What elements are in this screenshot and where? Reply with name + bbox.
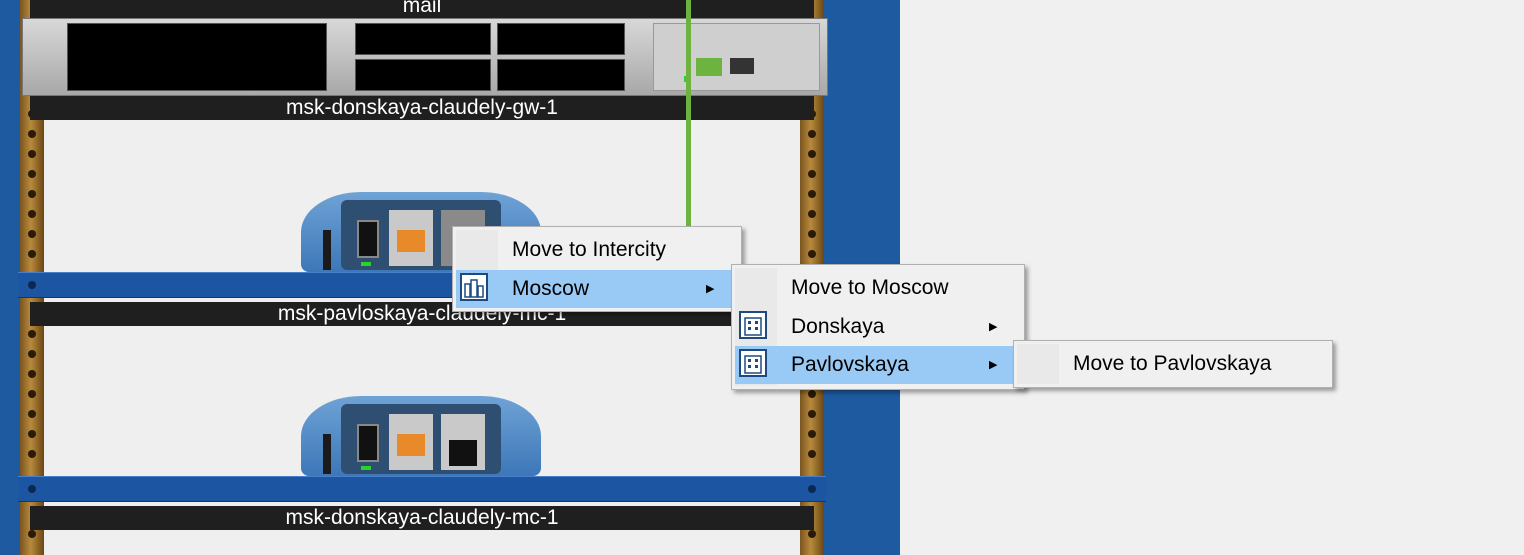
menu-item-move-to-intercity[interactable]: Move to Intercity bbox=[456, 231, 738, 269]
rack-shelf bbox=[18, 476, 826, 502]
menu-item-pavlovskaya[interactable]: Pavlovskaya ▶ bbox=[735, 346, 1021, 384]
module-slot bbox=[67, 23, 327, 91]
port-slot bbox=[389, 210, 433, 266]
building-icon bbox=[739, 349, 767, 377]
building-icon bbox=[739, 311, 767, 339]
router-port-panel bbox=[653, 23, 820, 91]
menu-item-move-to-pavlovskaya[interactable]: Move to Pavlovskaya bbox=[1017, 345, 1329, 383]
city-icon bbox=[460, 273, 488, 301]
submenu-moscow: Move to Moscow Donskaya ▶ Pavlovskaya ▶ bbox=[731, 264, 1025, 390]
module-slot bbox=[497, 59, 625, 91]
menu-item-label: Moscow bbox=[512, 277, 590, 300]
menu-item-label: Move to Moscow bbox=[791, 276, 949, 299]
status-led bbox=[361, 262, 371, 266]
submenu-pavlovskaya: Move to Pavlovskaya bbox=[1013, 340, 1333, 388]
power-switch[interactable] bbox=[357, 220, 379, 258]
device-label-mail[interactable]: mail bbox=[30, 0, 814, 18]
gateway-router[interactable] bbox=[22, 18, 828, 96]
ethernet-port[interactable] bbox=[730, 58, 754, 74]
device-label-gw[interactable]: msk-donskaya-claudely-gw-1 bbox=[30, 96, 814, 120]
power-cord bbox=[323, 230, 331, 270]
device-label-donskaya-mc[interactable]: msk-donskaya-claudely-mc-1 bbox=[30, 506, 814, 530]
menu-item-label: Donskaya bbox=[791, 315, 885, 338]
module-slot bbox=[497, 23, 625, 55]
status-led bbox=[361, 466, 371, 470]
menu-item-label: Pavlovskaya bbox=[791, 353, 909, 376]
repeater-device[interactable] bbox=[301, 390, 541, 476]
menu-item-moscow[interactable]: Moscow ▶ bbox=[456, 270, 738, 308]
menu-item-label: Move to Pavlovskaya bbox=[1073, 352, 1272, 375]
power-cord bbox=[323, 434, 331, 474]
submenu-arrow-icon: ▶ bbox=[706, 283, 715, 295]
module-slot bbox=[355, 23, 491, 55]
port-slot bbox=[389, 414, 433, 470]
menu-item-donskaya[interactable]: Donskaya ▶ bbox=[735, 308, 1021, 346]
menu-item-move-to-moscow[interactable]: Move to Moscow bbox=[735, 269, 1021, 307]
context-menu: Move to Intercity Moscow ▶ bbox=[452, 226, 742, 312]
menu-item-label: Move to Intercity bbox=[512, 238, 667, 261]
ethernet-port[interactable] bbox=[696, 58, 722, 76]
submenu-arrow-icon: ▶ bbox=[989, 321, 998, 333]
port-slot bbox=[441, 414, 485, 470]
submenu-arrow-icon: ▶ bbox=[989, 359, 998, 371]
power-switch[interactable] bbox=[357, 424, 379, 462]
module-slot bbox=[355, 59, 491, 91]
network-cable[interactable] bbox=[686, 0, 691, 226]
